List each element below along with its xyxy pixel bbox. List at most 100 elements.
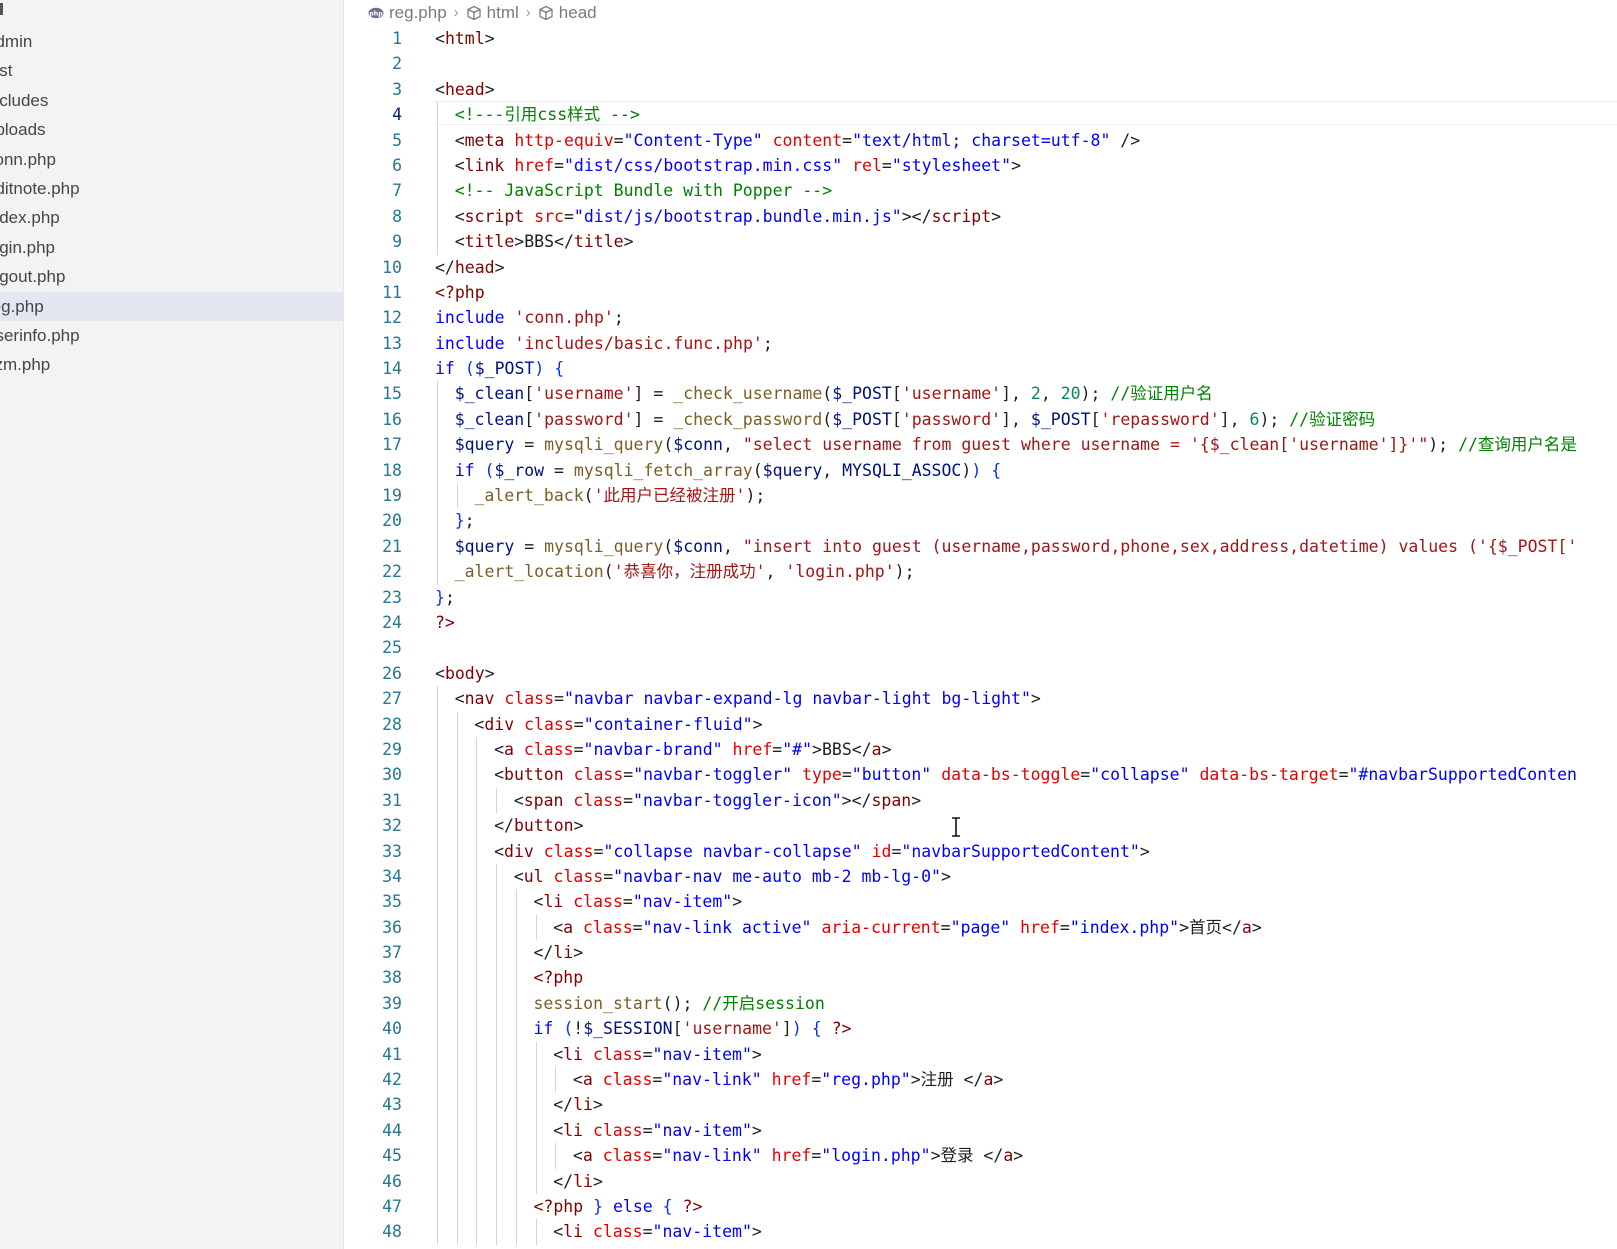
code-token: > xyxy=(1251,917,1262,937)
indent-guide xyxy=(456,940,458,966)
code-token: "select username from guest where userna… xyxy=(742,435,1429,455)
code-token: title xyxy=(573,232,624,252)
code-token: ; xyxy=(444,587,455,607)
code-text: <li class="nav-item"> xyxy=(553,1219,762,1244)
code-text: $_clean['username'] = _check_username($_… xyxy=(455,381,1213,406)
indent-guide xyxy=(456,1143,458,1169)
indent-guide xyxy=(476,1067,478,1093)
code-token: ( xyxy=(752,460,763,480)
code-token: ); xyxy=(1080,384,1111,404)
line-number: 26 xyxy=(382,663,402,683)
breadcrumb-item-head[interactable]: head xyxy=(559,0,597,26)
code-token: = xyxy=(652,1070,663,1090)
indent-guide xyxy=(535,1117,537,1144)
code-token: ); xyxy=(745,486,766,506)
code-token: = xyxy=(642,1222,653,1242)
file-item-label: userinfo.php xyxy=(0,325,80,345)
code-token: head xyxy=(444,79,485,99)
code-token: "navbar-nav me-auto mb-2 mb-lg-0" xyxy=(613,866,941,886)
indent-guide xyxy=(437,203,438,230)
code-token: "nav-item" xyxy=(652,1044,752,1064)
file-item[interactable]: editnote.php xyxy=(0,174,343,203)
code-token: { xyxy=(554,359,565,379)
indent-guide xyxy=(515,914,517,941)
code-token: 'includes/basic.func.php' xyxy=(514,333,763,353)
indent-guide xyxy=(535,1168,537,1194)
line-number: 3 xyxy=(392,79,402,99)
code-text: }; xyxy=(435,585,455,610)
text-cursor-icon xyxy=(952,817,960,837)
line-number: 48 xyxy=(382,1222,402,1242)
line-number: 33 xyxy=(382,841,402,861)
code-editor[interactable]: 1 <html> 2 3 <head> 4 <!---引用css样式 --> 5 <meta h… xyxy=(344,26,1617,1249)
file-item[interactable]: yzm.php xyxy=(0,350,343,379)
code-token: _alert_back xyxy=(474,486,584,506)
indent-guide xyxy=(515,889,517,915)
code-token: a xyxy=(563,917,574,937)
indent-guide xyxy=(437,1067,438,1093)
code-text: <html> xyxy=(435,26,495,51)
file-item[interactable]: dist xyxy=(0,56,343,85)
indent-guide xyxy=(437,889,438,915)
code-token: > xyxy=(993,1070,1004,1090)
code-token: li xyxy=(543,892,564,912)
code-token: ); xyxy=(1259,409,1290,429)
code-token: = xyxy=(544,460,574,480)
file-item[interactable]: reg.php xyxy=(0,291,343,321)
file-item[interactable]: conn.php xyxy=(0,145,343,174)
code-token: ) xyxy=(961,460,972,480)
code-token: "navbar-toggler-icon" xyxy=(633,790,842,810)
file-item[interactable]: userinfo.php xyxy=(0,321,343,350)
code-token: < xyxy=(572,1146,583,1166)
code-token: ) xyxy=(534,359,545,379)
code-token: nav xyxy=(464,689,495,709)
code-token: //验证密码 xyxy=(1289,409,1376,429)
line-number: 27 xyxy=(382,689,402,709)
php-file-icon: php xyxy=(368,7,384,19)
indent-guide xyxy=(476,1016,478,1042)
code-token: $_POST xyxy=(1030,409,1091,429)
code-token: a xyxy=(1241,917,1252,937)
code-token: class xyxy=(592,1044,643,1064)
breadcrumb-item-html[interactable]: html xyxy=(487,0,519,26)
scroll-stub xyxy=(0,0,8,20)
code-token: ( xyxy=(583,486,594,506)
code-text: include 'includes/basic.func.php'; xyxy=(435,331,773,356)
file-item[interactable]: index.php xyxy=(0,203,343,232)
code-token: < xyxy=(553,1222,564,1242)
code-text: if ($_row = mysqli_fetch_array($query, M… xyxy=(455,458,1001,483)
indent-guide xyxy=(515,1041,517,1068)
file-item[interactable]: admin xyxy=(0,27,343,56)
indent-guide xyxy=(456,838,458,864)
breadcrumb-file[interactable]: reg.php xyxy=(389,0,447,26)
line-number: 32 xyxy=(382,816,402,836)
indent-guide xyxy=(496,990,498,1017)
code-token: data-bs-target xyxy=(1199,765,1339,785)
indent-guide xyxy=(496,787,498,814)
file-item[interactable]: uploads xyxy=(0,115,343,144)
code-token: mysqli_query xyxy=(544,536,664,556)
code-token: > xyxy=(573,943,584,963)
file-item[interactable]: includes xyxy=(0,86,343,115)
code-token: $_POST xyxy=(474,359,535,379)
code-token: = xyxy=(623,790,634,810)
line-number: 8 xyxy=(392,206,402,226)
file-item[interactable]: logout.php xyxy=(0,262,343,291)
code-token: > xyxy=(484,79,495,99)
file-item[interactable]: login.php xyxy=(0,233,343,262)
code-token: button xyxy=(513,816,574,836)
indent-guide xyxy=(437,1092,438,1118)
code-text: <li class="nav-item"> xyxy=(534,889,743,914)
